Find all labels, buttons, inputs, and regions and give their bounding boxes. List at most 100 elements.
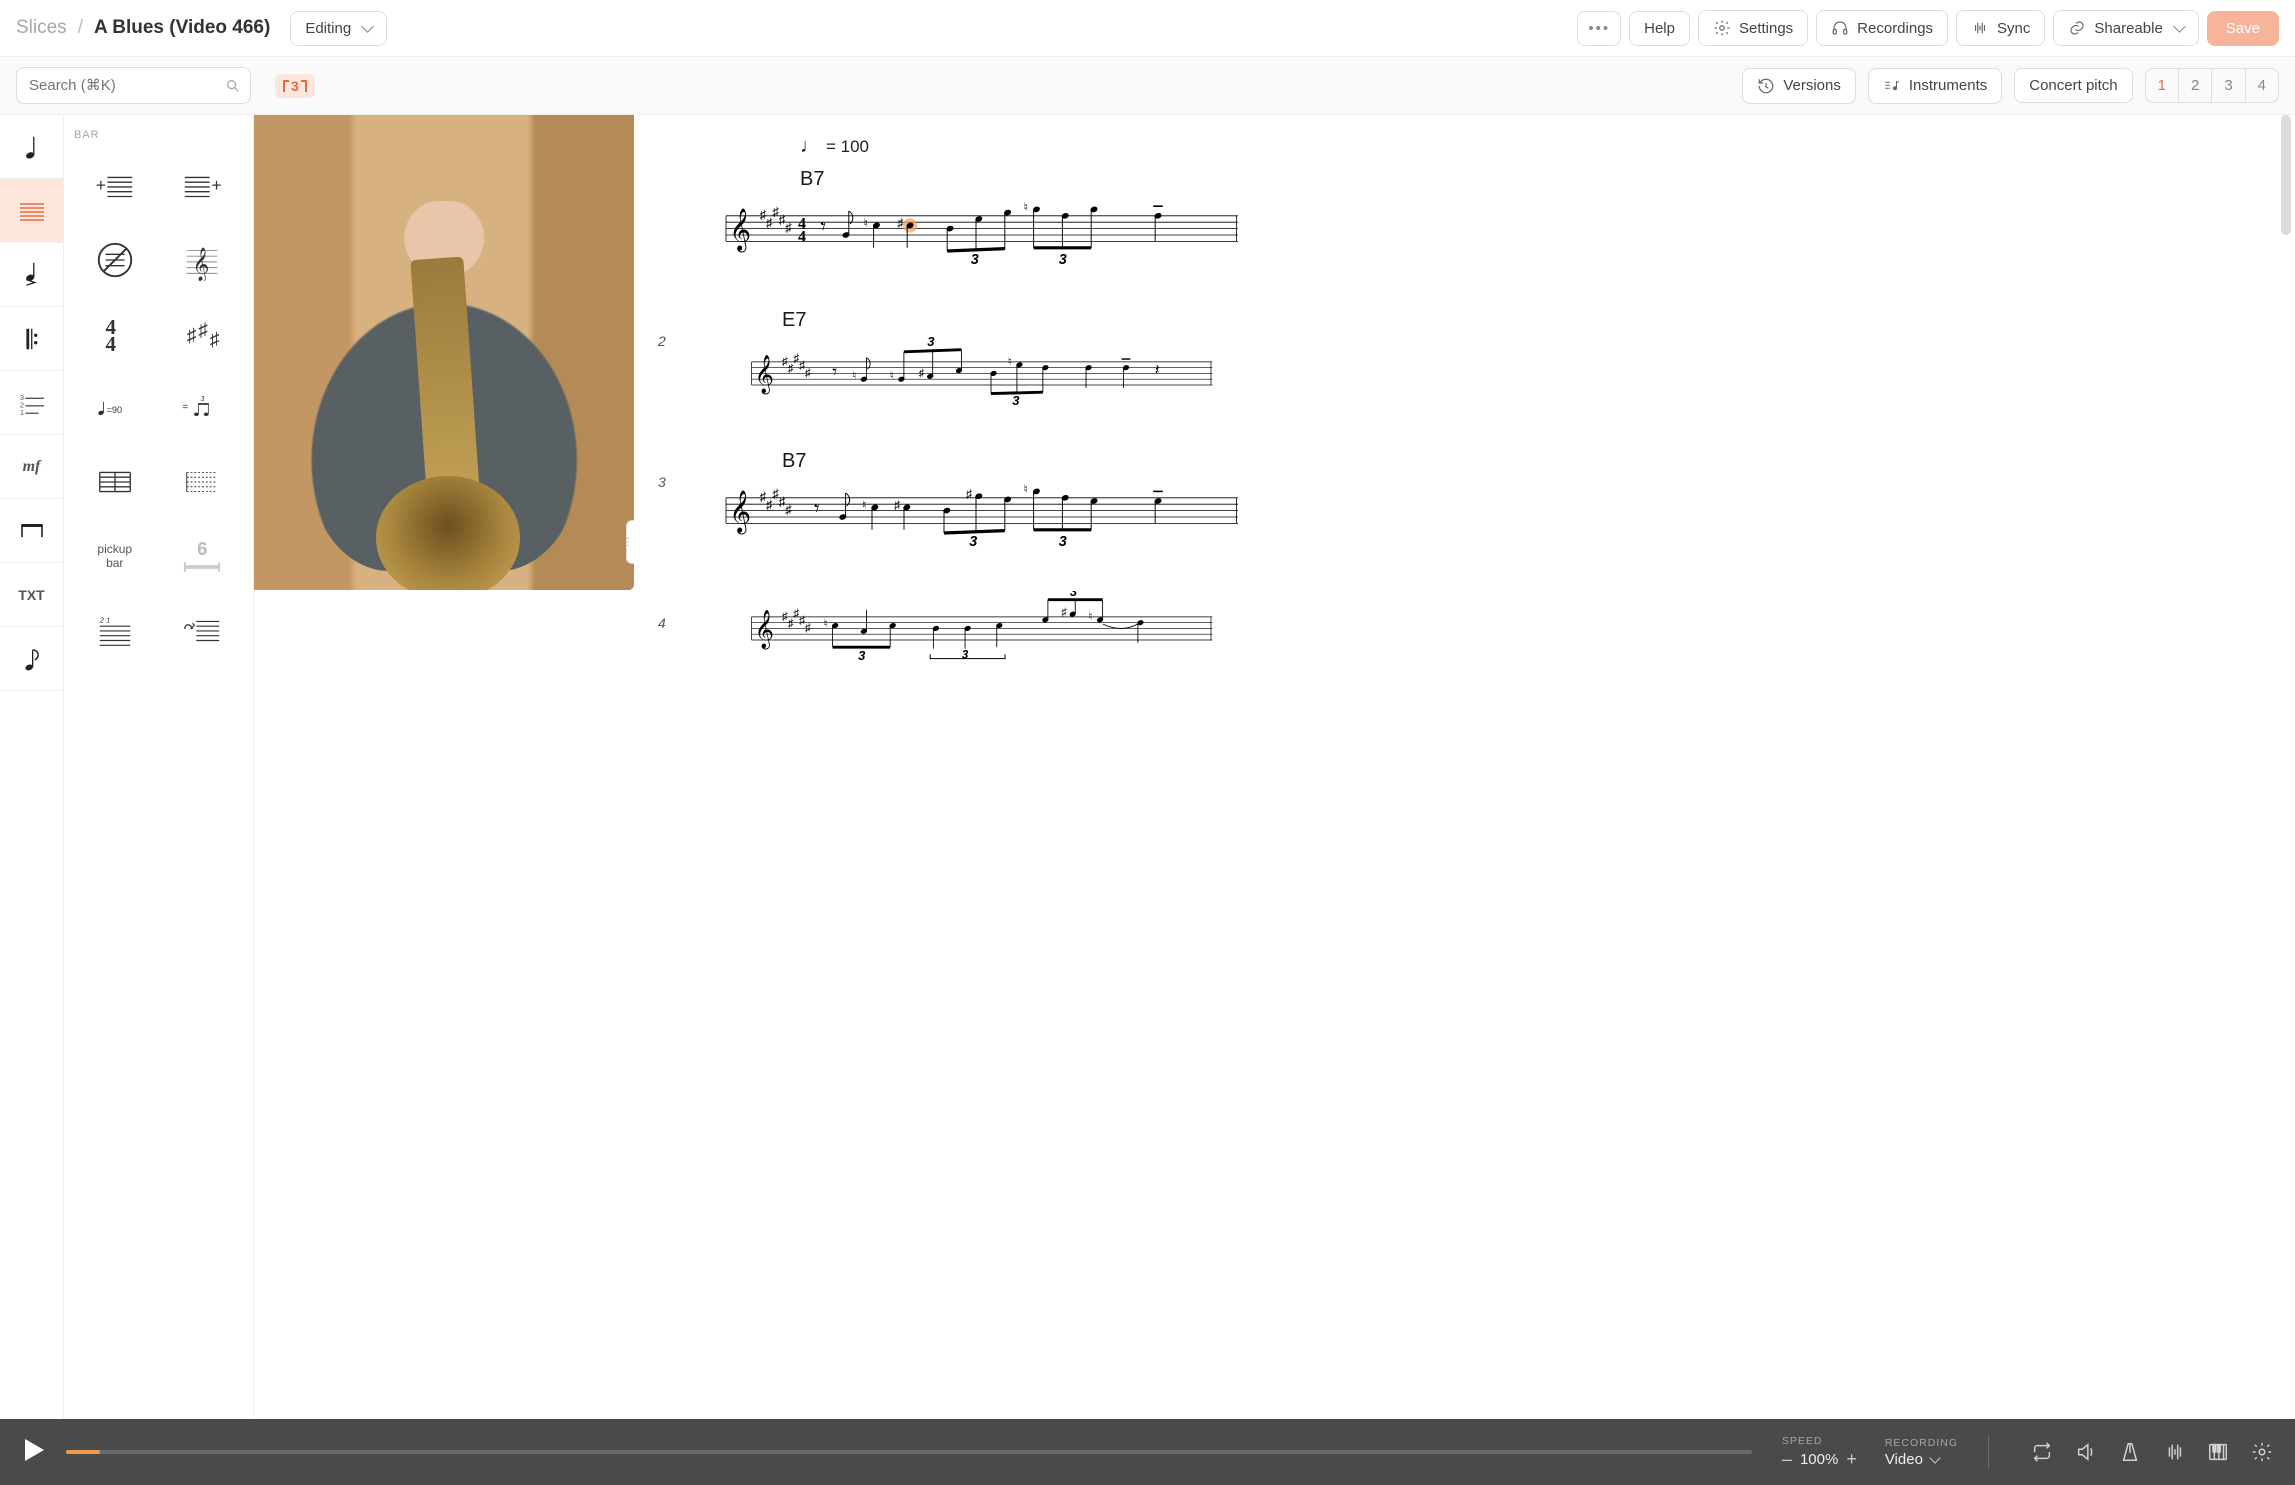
dynamics-icon: mf bbox=[23, 458, 41, 476]
metronome-icon[interactable] bbox=[2119, 1441, 2141, 1463]
instruments-button[interactable]: Instruments bbox=[1868, 68, 2002, 104]
page-2[interactable]: 2 bbox=[2178, 69, 2211, 102]
svg-text:𝄾: 𝄾 bbox=[820, 215, 826, 238]
more-icon: ••• bbox=[1588, 20, 1610, 37]
quarter-note-icon bbox=[18, 133, 46, 161]
tool-swing[interactable]: =3 bbox=[162, 375, 244, 441]
speed-increase[interactable]: + bbox=[1846, 1449, 1857, 1470]
svg-text:♮: ♮ bbox=[1024, 200, 1028, 214]
breadcrumb-root[interactable]: Slices bbox=[16, 17, 67, 39]
tool-add-bar-before[interactable]: + bbox=[74, 153, 156, 219]
svg-text:+: + bbox=[212, 175, 222, 195]
beam-icon bbox=[18, 517, 46, 545]
svg-text:♯: ♯ bbox=[760, 208, 766, 222]
video-player[interactable] bbox=[254, 115, 634, 590]
search-input[interactable] bbox=[16, 67, 251, 104]
svg-text:+: + bbox=[96, 175, 106, 195]
speed-control: SPEED – 100% + bbox=[1782, 1435, 1857, 1470]
instruments-label: Instruments bbox=[1909, 77, 1987, 94]
svg-text:4: 4 bbox=[105, 332, 116, 355]
svg-text:𝄞: 𝄞 bbox=[729, 489, 751, 534]
svg-text:♯: ♯ bbox=[805, 367, 811, 379]
svg-text:♯: ♯ bbox=[897, 216, 903, 230]
save-button[interactable]: Save bbox=[2207, 11, 2279, 46]
speed-label: SPEED bbox=[1782, 1435, 1823, 1447]
score-area[interactable]: ♩ = 100 B7 𝄞 ♯♯♯♯♯ 4 4 bbox=[634, 115, 2295, 1419]
help-button[interactable]: Help bbox=[1629, 11, 1690, 46]
tool-rehearsal-mark[interactable]: 2 1 bbox=[74, 597, 156, 663]
piano-icon[interactable] bbox=[2207, 1441, 2229, 1463]
staff-icon bbox=[18, 197, 46, 225]
rail-accent[interactable] bbox=[0, 243, 63, 307]
tool-tempo[interactable]: =90 bbox=[74, 375, 156, 441]
svg-text:3: 3 bbox=[962, 650, 969, 662]
staff-system-2[interactable]: 2 E7 𝄞 ♯♯♯♯♯ 𝄾 ♮ ♮ ♯ 3 bbox=[662, 309, 2275, 408]
bar-number: 4 bbox=[658, 615, 666, 631]
shareable-dropdown[interactable]: Shareable bbox=[2053, 10, 2198, 46]
speed-decrease[interactable]: – bbox=[1782, 1449, 1792, 1470]
scrollbar-thumb[interactable] bbox=[2281, 115, 2291, 235]
loop-icon[interactable] bbox=[2031, 1441, 2053, 1463]
accent-note-icon bbox=[18, 261, 46, 289]
svg-text:3: 3 bbox=[927, 336, 935, 349]
versions-button[interactable]: Versions bbox=[1742, 68, 1856, 104]
volume-icon[interactable] bbox=[2075, 1441, 2097, 1463]
svg-text:♮: ♮ bbox=[862, 498, 866, 512]
recording-selector[interactable]: RECORDING Video bbox=[1885, 1437, 1958, 1468]
tool-pickup-bar[interactable]: pickup bar bbox=[74, 523, 156, 589]
tool-key-signature[interactable]: ♯♯♯ bbox=[162, 301, 244, 367]
staff-system-3[interactable]: 3 B7 𝄞 ♯♯♯♯♯ 𝄾 ♮ ♯ ♯ bbox=[662, 450, 2275, 549]
svg-text:♯: ♯ bbox=[894, 498, 900, 512]
sync-button[interactable]: Sync bbox=[1956, 10, 2045, 46]
tempo-marking: ♩ = 100 bbox=[800, 135, 2275, 158]
rail-text[interactable]: TXT bbox=[0, 563, 63, 627]
svg-text:♯: ♯ bbox=[210, 329, 220, 350]
svg-text:3: 3 bbox=[858, 648, 866, 663]
settings-button[interactable]: Settings bbox=[1698, 10, 1808, 46]
rail-eighth[interactable] bbox=[0, 627, 63, 691]
mode-dropdown[interactable]: Editing bbox=[290, 11, 387, 46]
rail-dynamics[interactable]: mf bbox=[0, 435, 63, 499]
svg-text:♮: ♮ bbox=[1008, 356, 1012, 368]
svg-text:1: 1 bbox=[19, 408, 23, 417]
svg-text:=90: =90 bbox=[106, 405, 121, 415]
instruments-icon bbox=[1883, 77, 1901, 95]
svg-text:𝄞: 𝄞 bbox=[193, 247, 210, 281]
tool-time-signature[interactable]: 44 bbox=[74, 301, 156, 367]
svg-text:♯: ♯ bbox=[766, 216, 772, 230]
rail-beam[interactable] bbox=[0, 499, 63, 563]
search-icon bbox=[225, 78, 241, 94]
tool-staff-lines[interactable] bbox=[162, 449, 244, 515]
main-area: 321 mf TXT BAR + + 𝄞 bbox=[0, 115, 2295, 1419]
settings-gear-icon[interactable] bbox=[2251, 1441, 2273, 1463]
staff-system-1[interactable]: B7 𝄞 ♯♯♯♯♯ 4 4 𝄾 bbox=[662, 168, 2275, 267]
rail-staff[interactable] bbox=[0, 179, 63, 243]
svg-text:𝄾: 𝄾 bbox=[814, 497, 820, 520]
page-4[interactable]: 4 bbox=[2245, 69, 2278, 102]
tool-multirest[interactable]: 6 bbox=[162, 523, 244, 589]
svg-text:♯: ♯ bbox=[187, 326, 197, 347]
recordings-button[interactable]: Recordings bbox=[1816, 10, 1948, 46]
tool-bar-lines[interactable] bbox=[74, 449, 156, 515]
headphones-icon bbox=[1831, 19, 1849, 37]
concert-pitch-button[interactable]: Concert pitch bbox=[2014, 68, 2132, 103]
page-3[interactable]: 3 bbox=[2211, 69, 2244, 102]
svg-text:3: 3 bbox=[201, 396, 205, 403]
pickup-label: pickup bar bbox=[97, 542, 132, 571]
rail-repeat[interactable] bbox=[0, 307, 63, 371]
tuner-icon[interactable] bbox=[2163, 1441, 2185, 1463]
settings-label: Settings bbox=[1739, 20, 1793, 37]
rail-tuplet[interactable]: 321 bbox=[0, 371, 63, 435]
rail-note[interactable] bbox=[0, 115, 63, 179]
tool-clef[interactable]: 𝄞 bbox=[162, 227, 244, 293]
mode-label: Editing bbox=[305, 20, 351, 37]
staff-system-4[interactable]: 4 𝄞 ♯♯♯♯♯ ♮ 3 bbox=[662, 591, 2275, 663]
tool-coda[interactable] bbox=[162, 597, 244, 663]
playback-timeline[interactable] bbox=[66, 1450, 1752, 1454]
tuplet-indicator[interactable]: 3 bbox=[275, 74, 315, 98]
page-1[interactable]: 1 bbox=[2146, 69, 2178, 102]
play-button[interactable] bbox=[22, 1437, 46, 1468]
tool-add-bar-after[interactable]: + bbox=[162, 153, 244, 219]
more-button[interactable]: ••• bbox=[1577, 11, 1621, 46]
tool-no-repeat[interactable] bbox=[74, 227, 156, 293]
